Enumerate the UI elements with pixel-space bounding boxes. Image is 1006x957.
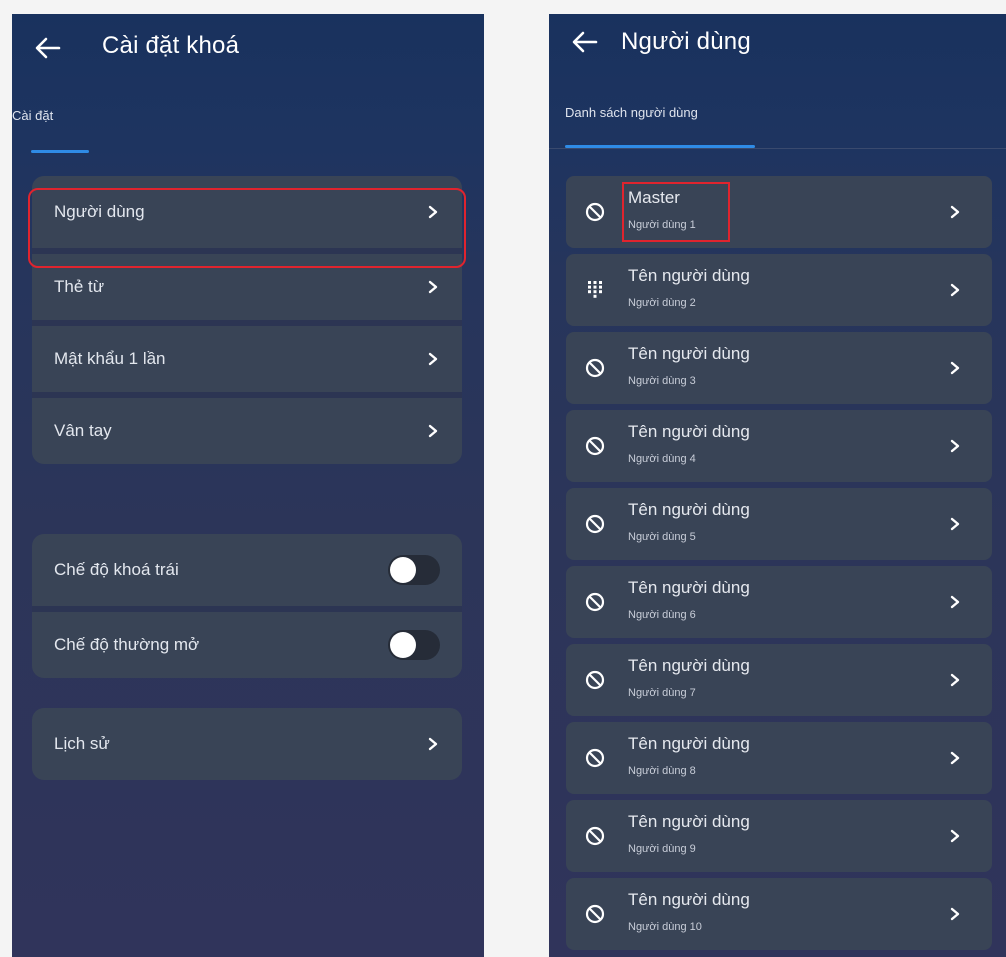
back-arrow-icon[interactable] xyxy=(571,28,599,56)
chevron-right-icon xyxy=(950,517,960,531)
user-list-item[interactable]: Tên người dùng Người dùng 3 xyxy=(566,332,992,404)
user-list-item[interactable]: Tên người dùng Người dùng 5 xyxy=(566,488,992,560)
tab-indicator xyxy=(31,150,89,153)
user-name: Tên người dùng xyxy=(628,890,750,909)
user-name: Tên người dùng xyxy=(628,344,750,363)
block-icon xyxy=(585,202,605,222)
chevron-right-icon xyxy=(950,361,960,375)
chevron-right-icon xyxy=(428,280,438,294)
user-list-item[interactable]: Tên người dùng Người dùng 9 xyxy=(566,800,992,872)
user-list-item[interactable]: Master Người dùng 1 xyxy=(566,176,992,248)
toggle-row-privacy-lock: Chế độ khoá trái xyxy=(32,534,462,606)
menu-item-card[interactable]: Thẻ từ xyxy=(32,248,462,320)
menu-item-history[interactable]: Lịch sử xyxy=(32,708,462,780)
chevron-right-icon xyxy=(950,205,960,219)
menu-item-label: Thẻ từ xyxy=(54,277,105,296)
user-name: Tên người dùng xyxy=(628,734,750,753)
menu-item-label: Lịch sử xyxy=(54,734,110,753)
block-icon xyxy=(585,826,605,846)
block-icon xyxy=(585,592,605,612)
menu-item-label: Người dùng xyxy=(54,202,145,221)
chevron-right-icon xyxy=(950,751,960,765)
block-icon xyxy=(585,514,605,534)
chevron-right-icon xyxy=(950,907,960,921)
user-list-item[interactable]: Tên người dùng Người dùng 4 xyxy=(566,410,992,482)
toggle-label: Chế độ khoá trái xyxy=(54,560,179,579)
app-bar: Cài đặt khoá xyxy=(12,14,484,84)
block-icon xyxy=(585,670,605,690)
user-list-item[interactable]: Tên người dùng Người dùng 2 xyxy=(566,254,992,326)
user-list: Master Người dùng 1 Tên người dùng Người dù… xyxy=(566,176,992,956)
chevron-right-icon xyxy=(950,673,960,687)
back-arrow-icon[interactable] xyxy=(34,34,62,62)
toggle-knob xyxy=(390,632,416,658)
chevron-right-icon xyxy=(950,829,960,843)
normally-open-toggle[interactable] xyxy=(388,630,440,660)
block-icon xyxy=(585,358,605,378)
privacy-lock-toggle[interactable] xyxy=(388,555,440,585)
block-icon xyxy=(585,904,605,924)
user-subtitle: Người dùng 10 xyxy=(628,921,702,933)
keypad-icon xyxy=(588,281,602,298)
user-list-item[interactable]: Tên người dùng Người dùng 7 xyxy=(566,644,992,716)
user-name: Tên người dùng xyxy=(628,656,750,675)
tab-settings[interactable]: Cài đặt xyxy=(12,108,53,123)
chevron-right-icon xyxy=(428,737,438,751)
user-subtitle: Người dùng 2 xyxy=(628,297,696,309)
menu-item-label: Vân tay xyxy=(54,421,112,440)
user-list-item[interactable]: Tên người dùng Người dùng 8 xyxy=(566,722,992,794)
user-list-item[interactable]: Tên người dùng Người dùng 6 xyxy=(566,566,992,638)
menu-item-label: Mật khẩu 1 lần xyxy=(54,349,166,368)
user-subtitle: Người dùng 8 xyxy=(628,765,696,777)
settings-group-modes: Chế độ khoá trái Chế độ thường mở xyxy=(32,534,462,678)
users-screen: Người dùng Danh sách người dùng Master Ng… xyxy=(549,14,1006,957)
user-subtitle: Người dùng 9 xyxy=(628,843,696,855)
chevron-right-icon xyxy=(950,439,960,453)
user-list-item[interactable]: Tên người dùng Người dùng 10 xyxy=(566,878,992,950)
app-bar: Người dùng xyxy=(549,14,1006,84)
lock-settings-screen: Cài đặt khoá Cài đặt Người dùng Thẻ từ M… xyxy=(12,14,484,957)
user-name: Tên người dùng xyxy=(628,266,750,285)
user-name: Master xyxy=(628,188,680,207)
user-name: Tên người dùng xyxy=(628,500,750,519)
toggle-label: Chế độ thường mở xyxy=(54,635,200,654)
menu-item-users[interactable]: Người dùng xyxy=(32,176,462,248)
chevron-right-icon xyxy=(428,205,438,219)
user-subtitle: Người dùng 7 xyxy=(628,687,696,699)
page-title: Người dùng xyxy=(621,28,751,55)
menu-item-one-time-password[interactable]: Mật khẩu 1 lần xyxy=(32,320,462,392)
user-subtitle: Người dùng 5 xyxy=(628,531,696,543)
tab-user-list[interactable]: Danh sách người dùng xyxy=(565,105,698,120)
settings-group-main: Người dùng Thẻ từ Mật khẩu 1 lần Vân tay xyxy=(28,176,466,464)
tab-divider xyxy=(549,148,1006,149)
user-subtitle: Người dùng 1 xyxy=(628,219,696,231)
user-name: Tên người dùng xyxy=(628,422,750,441)
chevron-right-icon xyxy=(950,595,960,609)
page-title: Cài đặt khoá xyxy=(102,32,240,59)
chevron-right-icon xyxy=(428,352,438,366)
chevron-right-icon xyxy=(428,424,438,438)
user-subtitle: Người dùng 6 xyxy=(628,609,696,621)
block-icon xyxy=(585,436,605,456)
user-name: Tên người dùng xyxy=(628,578,750,597)
settings-group-history: Lịch sử xyxy=(32,708,462,780)
toggle-row-normally-open: Chế độ thường mở xyxy=(32,606,462,678)
user-name: Tên người dùng xyxy=(628,812,750,831)
toggle-knob xyxy=(390,557,416,583)
menu-item-fingerprint[interactable]: Vân tay xyxy=(32,392,462,464)
user-subtitle: Người dùng 3 xyxy=(628,375,696,387)
user-subtitle: Người dùng 4 xyxy=(628,453,696,465)
chevron-right-icon xyxy=(950,283,960,297)
block-icon xyxy=(585,748,605,768)
